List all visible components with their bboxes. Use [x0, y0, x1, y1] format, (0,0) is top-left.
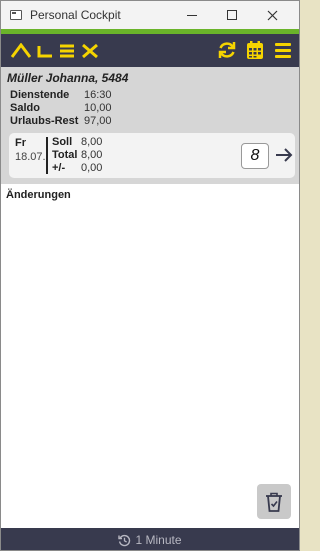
- day-date: Fr 18.07.: [15, 136, 46, 164]
- employee-info-panel: Müller Johanna, 5484 Dienstende 16:30 Sa…: [1, 67, 299, 184]
- day-row-total: Total 8,00: [52, 149, 102, 162]
- weekday: Fr: [15, 137, 26, 149]
- stat-row-dienstende: Dienstende 16:30: [10, 89, 112, 102]
- changes-panel: Änderungen: [1, 184, 299, 528]
- stat-label: Dienstende: [10, 89, 70, 101]
- day-stat-label: Soll: [52, 136, 73, 148]
- status-footer: 1 Minute: [1, 528, 299, 550]
- stat-label: Saldo: [10, 102, 40, 114]
- day-stats: Soll 8,00 Total 8,00 +/- 0,00: [52, 136, 102, 175]
- alex-logo: [11, 42, 99, 59]
- day-stat-value: 8,00: [81, 149, 103, 161]
- logo-letter-l: [37, 45, 52, 57]
- trash-icon: [266, 492, 282, 512]
- stat-value: 97,00: [84, 115, 112, 127]
- day-row-soll: Soll 8,00: [52, 136, 102, 149]
- stat-row-saldo: Saldo 10,00: [10, 102, 112, 115]
- day-card[interactable]: Fr 18.07. Soll 8,00 Total 8,00 +/- 0,00 …: [9, 133, 295, 178]
- history-icon: [118, 534, 131, 546]
- arrow-right-icon[interactable]: [274, 145, 294, 165]
- stat-value: 16:30: [84, 89, 112, 101]
- menu-icon[interactable]: [272, 39, 294, 61]
- logo-letter-x: [82, 43, 98, 58]
- day-number-badge[interactable]: 8: [241, 143, 269, 169]
- app-icon: [10, 10, 22, 20]
- stat-label: Urlaubs-Rest: [10, 115, 79, 127]
- day-stat-value: 0,00: [81, 162, 103, 174]
- maximize-button[interactable]: [215, 1, 249, 29]
- logo-letter-a: [11, 42, 31, 58]
- window-title: Personal Cockpit: [30, 8, 121, 22]
- stat-value: 10,00: [84, 102, 112, 114]
- day-row-diff: +/- 0,00: [52, 162, 102, 175]
- refresh-status-text: 1 Minute: [135, 533, 182, 547]
- day-divider: [46, 137, 48, 174]
- changes-title: Änderungen: [6, 189, 71, 201]
- employee-stats: Dienstende 16:30 Saldo 10,00 Urlaubs-Res…: [10, 89, 112, 128]
- date: 18.07.: [15, 151, 46, 163]
- employee-name: Müller Johanna, 5484: [7, 71, 129, 85]
- delete-button[interactable]: [257, 484, 291, 519]
- maximize-icon: [227, 10, 237, 20]
- title-bar: Personal Cockpit: [1, 1, 299, 29]
- day-stat-label: +/-: [52, 162, 66, 174]
- minimize-icon: [187, 14, 197, 16]
- close-button[interactable]: [255, 1, 289, 29]
- logo-letter-e: [60, 44, 74, 57]
- app-window: Personal Cockpit Müller Johanna, 5484 Di…: [0, 0, 300, 551]
- day-stat-value: 8,00: [81, 136, 103, 148]
- app-header: [1, 34, 299, 67]
- minimize-button[interactable]: [175, 1, 209, 29]
- refresh-icon[interactable]: [216, 39, 238, 61]
- stat-row-urlaubs-rest: Urlaubs-Rest 97,00: [10, 115, 112, 128]
- day-stat-label: Total: [52, 149, 78, 161]
- close-icon: [267, 10, 277, 20]
- calendar-icon[interactable]: [244, 39, 266, 61]
